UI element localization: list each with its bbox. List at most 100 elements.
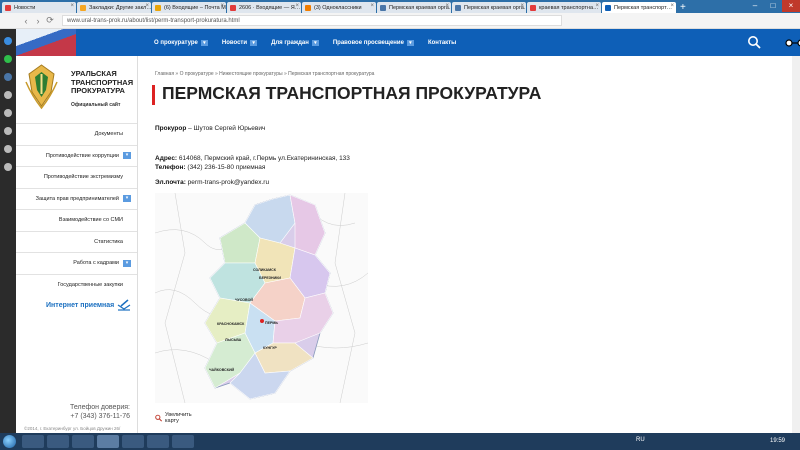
- taskbar-app-explorer[interactable]: [22, 435, 44, 448]
- tab-close-icon[interactable]: ×: [595, 3, 599, 9]
- breadcrumb[interactable]: Главная » О прокуратуре » Нижестоящие пр…: [155, 71, 374, 77]
- tab-close-icon[interactable]: ×: [370, 3, 374, 9]
- sidebar-menu-item[interactable]: Взаимодействие со СМИ: [16, 209, 137, 231]
- browser-tab[interactable]: Закладки: Другие закл… ×: [77, 2, 151, 13]
- tab-close-icon[interactable]: ×: [520, 3, 524, 9]
- back-icon[interactable]: ‹: [20, 16, 32, 26]
- nav-item[interactable]: Для граждан ▾: [271, 39, 319, 46]
- browser-tab[interactable]: Новости ×: [2, 2, 76, 13]
- chevron-down-icon[interactable]: ▾: [311, 39, 319, 46]
- sidebar-menu-item[interactable]: Работа с кадрами ▾: [16, 252, 137, 274]
- close-window-button[interactable]: ×: [782, 0, 800, 12]
- chevron-down-icon[interactable]: ▾: [123, 195, 131, 203]
- whatsapp-icon[interactable]: [4, 55, 12, 63]
- messenger-icon[interactable]: [4, 37, 12, 45]
- chevron-down-icon[interactable]: ▾: [123, 152, 131, 160]
- phone-label: Телефон:: [155, 164, 186, 171]
- tab-favicon-icon: [455, 4, 461, 11]
- tab-close-icon[interactable]: ×: [295, 3, 299, 9]
- tab-favicon-icon: [230, 4, 236, 11]
- browser-tab[interactable]: (6) Входящие – Почта М… ×: [152, 2, 226, 13]
- nav-item[interactable]: О прокуратуре ▾: [154, 39, 208, 46]
- vk-icon[interactable]: [4, 73, 12, 81]
- taskbar-app-other[interactable]: [172, 435, 194, 448]
- address-value: 614068, Пермский край, г.Пермь ул.Екатер…: [177, 155, 350, 162]
- region-map[interactable]: СОЛИКАМСК БЕРЕЗНИКИ КРАСНОКАМСК ПЕРМЬ КУНГУР…: [154, 192, 369, 404]
- map-city-label: КРАСНОКАМСК: [217, 322, 245, 326]
- email-value[interactable]: perm-trans-prok@yandex.ru: [186, 179, 269, 186]
- map-city-label: ЧАЙКОВСКИЙ: [209, 368, 235, 372]
- sidebar-menu-item[interactable]: Защита прав предпринимателей ▾: [16, 187, 137, 210]
- tab-close-icon[interactable]: ×: [445, 3, 449, 9]
- internet-reception-link[interactable]: Интернет приемная: [46, 302, 114, 309]
- main-nav: О прокуратуре ▾ Новости ▾ Для граждан ▾ Правов…: [154, 29, 470, 56]
- sidebar-menu-item[interactable]: Документы: [16, 123, 137, 145]
- nav-item[interactable]: Правовое просвещение ▾: [333, 39, 414, 46]
- prosecutor-emblem-logo[interactable]: [24, 62, 59, 112]
- settings-icon[interactable]: [4, 163, 12, 171]
- tab-label: Пермская краевая орга…: [464, 4, 526, 11]
- prosecutor-line: Прокурор – Шутов Сергей Юрьевич: [155, 125, 265, 132]
- forward-icon[interactable]: ›: [32, 16, 44, 26]
- browser-tab[interactable]: Пермская краевая орга… ×: [452, 2, 526, 13]
- chevron-down-icon[interactable]: ▾: [123, 259, 131, 267]
- sidebar-menu-item[interactable]: Статистика: [16, 230, 137, 253]
- sidebar-menu-item[interactable]: Противодействие экстремизму: [16, 166, 137, 188]
- taskbar-app-word[interactable]: [147, 435, 169, 448]
- nav-item[interactable]: Контакты: [428, 40, 456, 46]
- clock[interactable]: 19:59: [770, 438, 785, 444]
- zoom-map-link[interactable]: Увеличить карту: [155, 412, 195, 424]
- browser-tab[interactable]: краевая транспортна… ×: [527, 2, 601, 13]
- org-name-line3: ПРОКУРАТУРА: [71, 86, 125, 95]
- sidebar-menu-item[interactable]: Государственные закупки: [16, 273, 137, 296]
- heart-icon[interactable]: [4, 127, 12, 135]
- magnifier-icon: [155, 414, 163, 422]
- camera-icon[interactable]: [4, 91, 12, 99]
- map-city-label: ЧУСОВОЙ: [235, 298, 253, 302]
- tab-label: (6) Входящие – Почта М…: [164, 4, 226, 11]
- chevron-down-icon[interactable]: ▾: [200, 39, 208, 46]
- clock-icon[interactable]: [4, 109, 12, 117]
- org-name[interactable]: УРАЛЬСКАЯ ТРАНСПОРТНАЯ ПРОКУРАТУРА: [71, 69, 133, 96]
- sidebar-menu-item[interactable]: Противодействие коррупции ▾: [16, 144, 137, 167]
- tab-close-icon[interactable]: ×: [145, 3, 149, 9]
- maximize-button[interactable]: □: [764, 0, 782, 12]
- tab-favicon-icon: [380, 4, 386, 11]
- download-icon[interactable]: [4, 145, 12, 153]
- tab-close-icon[interactable]: ×: [670, 3, 674, 9]
- taskbar-app-media[interactable]: [47, 435, 69, 448]
- org-subtitle: Официальный сайт: [71, 102, 121, 108]
- os-taskbar: RU 19:59: [0, 433, 800, 450]
- page-scrollbar[interactable]: [792, 56, 800, 433]
- start-button[interactable]: [3, 435, 16, 448]
- taskbar-app-files[interactable]: [122, 435, 144, 448]
- chevron-down-icon[interactable]: ▾: [406, 39, 414, 46]
- russian-flag-decoration: [16, 29, 76, 56]
- accessibility-glasses-icon[interactable]: [784, 39, 800, 47]
- site-sidebar: УРАЛЬСКАЯ ТРАНСПОРТНАЯ ПРОКУРАТУРА Офици…: [16, 56, 138, 437]
- nav-item[interactable]: Новости ▾: [222, 39, 258, 46]
- chevron-down-icon[interactable]: ▾: [250, 39, 258, 46]
- browser-tab[interactable]: (3) Одноклассники ×: [302, 2, 376, 13]
- taskbar-app-opera[interactable]: [97, 435, 119, 448]
- envelope-pen-icon[interactable]: [117, 299, 131, 311]
- browser-tab[interactable]: Пермская транспорт… ×: [602, 2, 676, 13]
- new-tab-button[interactable]: +: [680, 2, 686, 13]
- reload-icon[interactable]: ⟳: [44, 15, 56, 26]
- browser-tab[interactable]: 2606 · Входящие — Я… ×: [227, 2, 301, 13]
- title-accent-bar: [152, 85, 155, 105]
- hotline-label: Телефон доверия:: [69, 404, 130, 411]
- search-icon[interactable]: [747, 35, 761, 49]
- tab-close-icon[interactable]: ×: [220, 3, 224, 9]
- tab-label: Новости: [14, 4, 36, 11]
- taskbar-app-browser[interactable]: [72, 435, 94, 448]
- map-city-label: СОЛИКАМСК: [253, 268, 277, 272]
- browser-tab[interactable]: Пермская краевая орга… ×: [377, 2, 451, 13]
- language-indicator[interactable]: RU: [636, 437, 645, 443]
- sidebar-menu-label: Документы: [94, 131, 123, 138]
- tab-close-icon[interactable]: ×: [70, 3, 74, 9]
- url-input[interactable]: www.ural-trans-prok.ru/about/list/perm-t…: [62, 15, 562, 26]
- browser-tab-strip: Новости × Закладки: Другие закл… × (6) Входя…: [0, 0, 800, 13]
- tab-label: 2606 · Входящие — Я…: [239, 4, 301, 11]
- minimize-button[interactable]: –: [746, 0, 764, 12]
